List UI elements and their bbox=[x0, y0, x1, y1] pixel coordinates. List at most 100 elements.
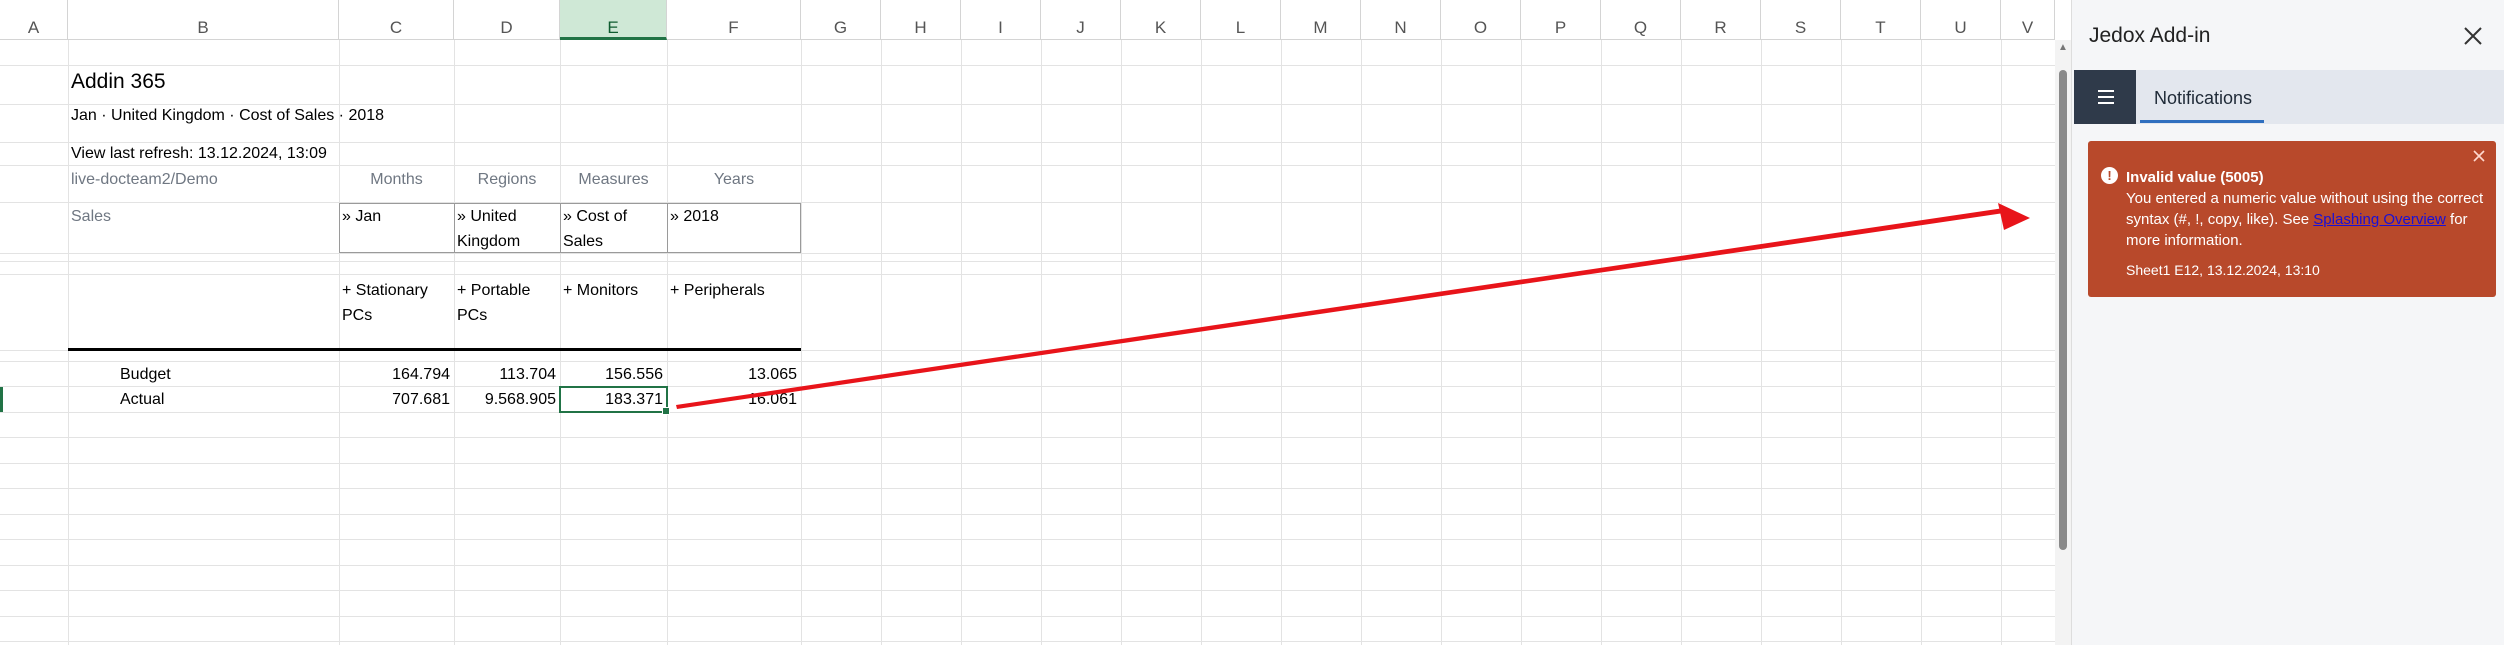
grid-line bbox=[0, 616, 2055, 617]
column-header-m[interactable]: M bbox=[1281, 0, 1361, 40]
error-notification: ! Invalid value (5005) You entered a num… bbox=[2088, 141, 2496, 297]
grid-line bbox=[1041, 40, 1042, 645]
column-header-b[interactable]: B bbox=[68, 0, 339, 40]
jedox-addin-pane: Jedox Add-in Notifications ! Invalid val… bbox=[2071, 0, 2504, 645]
dim-header-months: Months bbox=[370, 171, 423, 188]
grid-line bbox=[560, 40, 561, 645]
budget-peripherals[interactable]: 13.065 bbox=[667, 366, 797, 384]
column-header-q[interactable]: Q bbox=[1601, 0, 1681, 40]
column-header-s[interactable]: S bbox=[1761, 0, 1841, 40]
column-header-c[interactable]: C bbox=[339, 0, 454, 40]
selector-regions-text-2: Kingdom bbox=[457, 233, 521, 250]
column-header-r[interactable]: R bbox=[1681, 0, 1761, 40]
connection-label: live-docteam2/Demo bbox=[71, 171, 218, 188]
product-header-portable[interactable]: + Portable bbox=[457, 282, 530, 300]
fill-handle[interactable] bbox=[662, 407, 670, 415]
scroll-up-icon[interactable]: ▲ bbox=[2055, 40, 2071, 56]
grid-line bbox=[0, 514, 2055, 515]
cube-label: Sales bbox=[71, 208, 112, 225]
column-header-d[interactable]: D bbox=[454, 0, 560, 40]
grid-line bbox=[0, 104, 2055, 105]
product-header-monitors[interactable]: + Monitors bbox=[563, 282, 638, 300]
column-header-l[interactable]: L bbox=[1201, 0, 1281, 40]
vertical-scrollbar[interactable]: ▲ bbox=[2055, 40, 2071, 645]
header-divider bbox=[68, 348, 801, 351]
grid-line bbox=[1121, 40, 1122, 645]
column-header-a[interactable]: A bbox=[0, 0, 68, 40]
grid-line bbox=[1841, 40, 1842, 645]
column-header-v[interactable]: V bbox=[2001, 0, 2055, 40]
grid-line bbox=[68, 40, 69, 645]
product-header-peripherals[interactable]: + Peripherals bbox=[670, 282, 765, 300]
actual-peripherals[interactable]: 16.061 bbox=[667, 391, 797, 409]
column-header-j[interactable]: J bbox=[1041, 0, 1121, 40]
dismiss-notification-icon[interactable] bbox=[2472, 149, 2486, 163]
grid-line bbox=[1601, 40, 1602, 645]
budget-stationary[interactable]: 164.794 bbox=[339, 366, 450, 384]
hamburger-menu-icon[interactable] bbox=[2074, 70, 2136, 124]
actual-portable[interactable]: 9.568.905 bbox=[454, 391, 556, 409]
column-header-f[interactable]: F bbox=[667, 0, 801, 40]
row-label-actual: Actual bbox=[120, 391, 165, 408]
grid-line bbox=[0, 412, 2055, 413]
grid-line bbox=[339, 40, 340, 645]
grid-line bbox=[0, 641, 2055, 642]
dim-header-regions: Regions bbox=[477, 171, 537, 188]
pane-tab-bar: Notifications bbox=[2074, 70, 2504, 124]
grid-line bbox=[0, 488, 2055, 489]
column-header-g[interactable]: G bbox=[801, 0, 881, 40]
grid-line bbox=[1521, 40, 1522, 645]
selector-measures-text: » Cost of bbox=[563, 208, 628, 225]
product-header-stationary[interactable]: + Stationary bbox=[342, 282, 428, 300]
column-header-k[interactable]: K bbox=[1121, 0, 1201, 40]
dim-header-measures: Measures bbox=[578, 171, 649, 188]
column-header-t[interactable]: T bbox=[1841, 0, 1921, 40]
column-header-p[interactable]: P bbox=[1521, 0, 1601, 40]
column-header-e[interactable]: E bbox=[560, 0, 667, 40]
column-header-h[interactable]: H bbox=[881, 0, 961, 40]
column-header-i[interactable]: I bbox=[961, 0, 1041, 40]
grid-line bbox=[1441, 40, 1442, 645]
active-tab-indicator bbox=[2140, 120, 2264, 123]
splashing-overview-link[interactable]: Splashing Overview bbox=[2313, 211, 2446, 228]
active-row-marker bbox=[0, 387, 3, 412]
actual-stationary[interactable]: 707.681 bbox=[339, 391, 450, 409]
grid-line bbox=[0, 386, 2055, 387]
scrollbar-thumb[interactable] bbox=[2059, 70, 2067, 550]
grid-line bbox=[0, 165, 2055, 166]
grid-line bbox=[961, 40, 962, 645]
grid-line bbox=[0, 253, 2055, 254]
budget-portable[interactable]: 113.704 bbox=[454, 366, 556, 384]
column-header-n[interactable]: N bbox=[1361, 0, 1441, 40]
last-refresh-text: View last refresh: 13.12.2024, 13:09 bbox=[71, 145, 327, 162]
close-pane-icon[interactable] bbox=[2461, 24, 2485, 48]
notification-title: Invalid value (5005) bbox=[2126, 169, 2264, 186]
pane-title: Jedox Add-in bbox=[2089, 24, 2211, 47]
grid-line bbox=[1361, 40, 1362, 645]
grid-line bbox=[2001, 40, 2002, 645]
grid-line bbox=[881, 40, 882, 645]
column-header-u[interactable]: U bbox=[1921, 0, 2001, 40]
dim-header-years: Years bbox=[713, 171, 755, 188]
tab-notifications[interactable]: Notifications bbox=[2146, 70, 2260, 124]
grid-line bbox=[667, 40, 668, 645]
grid-line bbox=[0, 65, 2055, 66]
report-title: Addin 365 bbox=[71, 70, 166, 93]
selector-regions-text: » United bbox=[457, 208, 517, 225]
spreadsheet-grid[interactable]: A B C D E F G H I J K L M N O P Q R S T … bbox=[0, 0, 2055, 645]
grid-line bbox=[0, 590, 2055, 591]
grid-line bbox=[0, 142, 2055, 143]
column-header-o[interactable]: O bbox=[1441, 0, 1521, 40]
grid-line bbox=[1761, 40, 1762, 645]
grid-line bbox=[0, 361, 2055, 362]
grid-line bbox=[1921, 40, 1922, 645]
row-label-budget: Budget bbox=[120, 366, 171, 383]
notification-meta: Sheet1 E12, 13.12.2024, 13:10 bbox=[2126, 262, 2320, 278]
grid-line bbox=[1681, 40, 1682, 645]
grid-line bbox=[0, 274, 2055, 275]
active-cell-selection[interactable] bbox=[559, 386, 670, 415]
product-header-stationary-2: PCs bbox=[342, 307, 373, 324]
budget-monitors[interactable]: 156.556 bbox=[560, 366, 663, 384]
grid-line bbox=[0, 202, 2055, 203]
grid-line bbox=[1201, 40, 1202, 645]
